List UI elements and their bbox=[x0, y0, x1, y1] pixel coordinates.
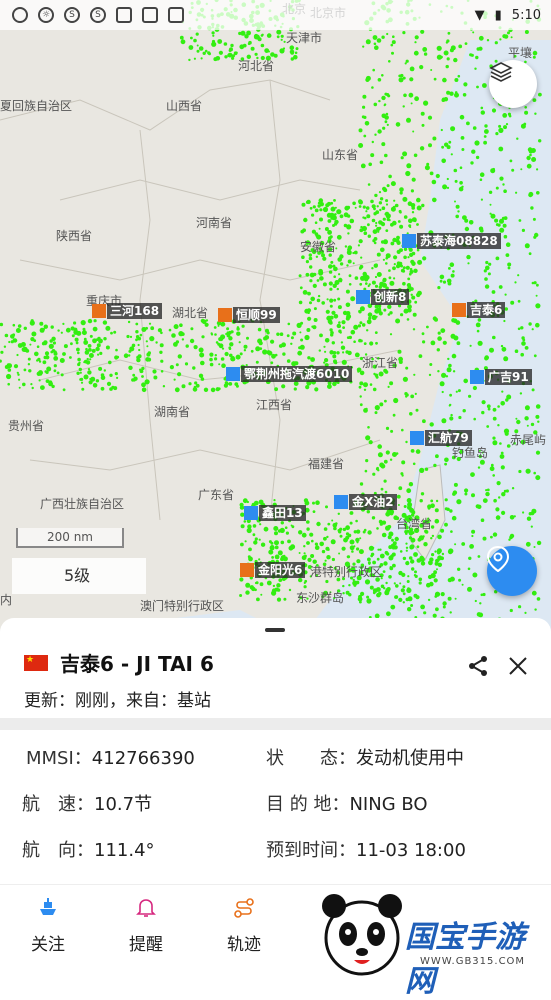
place-label: 港特别行政区 bbox=[310, 565, 383, 579]
destination-field: 目 的 地：NING BO bbox=[266, 794, 428, 815]
divider bbox=[0, 718, 551, 730]
place-label: 广西壮族自治区 bbox=[40, 497, 125, 511]
place-label: 河北省 bbox=[238, 59, 275, 73]
heading-field: 航 向：111.4° bbox=[22, 840, 155, 861]
ship-marker[interactable]: 鑫田13 bbox=[244, 505, 306, 521]
ship-marker[interactable]: 鄂荆州拖汽渡6010 bbox=[226, 366, 353, 382]
tab-reminder[interactable]: 提醒 bbox=[116, 897, 176, 955]
ship-marker-square bbox=[92, 304, 106, 318]
place-label: 天津市 bbox=[286, 31, 323, 45]
place-label: 内 bbox=[0, 593, 13, 607]
tab-track[interactable]: 轨迹 bbox=[214, 897, 274, 955]
place-label: 赤尾屿 bbox=[510, 433, 547, 447]
ship-marker-label: 吉泰6 bbox=[467, 302, 506, 318]
place-label: 山东省 bbox=[322, 148, 359, 162]
clock: 5:10 bbox=[511, 7, 541, 23]
ship-marker[interactable]: 苏泰海08828 bbox=[402, 233, 501, 249]
ship-marker-square bbox=[240, 563, 254, 577]
place-label: 贵州省 bbox=[8, 419, 45, 433]
ship-marker-square bbox=[244, 506, 258, 520]
place-label: 浙江省 bbox=[362, 356, 399, 370]
battery-icon: ▮ bbox=[494, 7, 502, 23]
ship-marker[interactable]: 创新8 bbox=[356, 289, 410, 305]
status-field: 状 态：发动机使用中 bbox=[266, 748, 464, 769]
place-label: 山西省 bbox=[166, 99, 203, 113]
speed-field: 航 速：10.7节 bbox=[22, 794, 153, 815]
china-flag-icon bbox=[24, 654, 48, 671]
ship-marker-label: 汇航79 bbox=[425, 430, 472, 446]
ship-marker-label: 鑫田13 bbox=[259, 505, 306, 521]
ship-marker-label: 广吉91 bbox=[485, 369, 532, 385]
mmsi-field: MMSI：412766390 bbox=[26, 748, 195, 769]
tv-icon bbox=[168, 7, 184, 23]
place-label: 澳门特别行政区 bbox=[140, 599, 225, 613]
ship-marker-label: 三河168 bbox=[107, 303, 163, 319]
sync-icon bbox=[12, 7, 28, 23]
ship-marker-square bbox=[334, 495, 348, 509]
place-label: 东沙群岛 bbox=[296, 591, 345, 605]
ship-marker-square bbox=[356, 290, 370, 304]
place-label: 湖南省 bbox=[154, 405, 191, 419]
update-info: 更新：刚刚，来自：基站 bbox=[24, 691, 211, 711]
ship-marker[interactable]: 三河168 bbox=[92, 303, 163, 319]
ship-icon bbox=[18, 897, 78, 924]
ship-marker[interactable]: 吉泰6 bbox=[452, 302, 506, 318]
ship-marker-square bbox=[410, 431, 424, 445]
place-label: 台湾省 bbox=[396, 517, 433, 531]
place-label: 夏回族自治区 bbox=[0, 99, 73, 113]
place-label: 广东省 bbox=[198, 488, 235, 502]
close-icon[interactable] bbox=[506, 654, 530, 678]
wifi-icon: ▼ bbox=[474, 7, 485, 23]
map-layers-button[interactable] bbox=[489, 60, 537, 108]
place-label: 江西省 bbox=[256, 398, 293, 412]
place-label: 湖北省 bbox=[172, 306, 209, 320]
brightness-icon: ☼ bbox=[38, 7, 54, 23]
place-label: 福建省 bbox=[308, 457, 345, 471]
ship-marker-square bbox=[470, 370, 484, 384]
ship-marker-label: 金阳光6 bbox=[255, 562, 306, 578]
ship-marker-square bbox=[452, 303, 466, 317]
ship-title: 吉泰6 - JI TAI 6 bbox=[60, 652, 214, 676]
eta-field: 预到时间：11-03 18:00 bbox=[266, 840, 466, 861]
locate-button[interactable] bbox=[487, 546, 537, 596]
grid-icon bbox=[142, 7, 158, 23]
bell-icon bbox=[116, 897, 176, 924]
ship-marker[interactable]: 金阳光6 bbox=[240, 562, 306, 578]
ship-marker-label: 鄂荆州拖汽渡6010 bbox=[241, 366, 353, 382]
panda-logo-icon bbox=[322, 894, 402, 976]
app-s2-icon: S bbox=[90, 7, 106, 23]
place-label: 安徽省 bbox=[300, 240, 337, 254]
ship-marker[interactable]: 金X油2 bbox=[334, 494, 397, 510]
ship-marker[interactable]: 汇航79 bbox=[410, 430, 472, 446]
sheet-drag-handle[interactable] bbox=[265, 628, 285, 632]
ship-marker-label: 苏泰海08828 bbox=[417, 233, 501, 249]
place-label: 河南省 bbox=[196, 216, 233, 230]
watermark-url: WWW.GB315.COM bbox=[420, 956, 526, 967]
status-bar: ☼ S S ▼ ▮ 5:10 bbox=[0, 0, 551, 30]
ship-marker-label: 恒顺99 bbox=[233, 307, 280, 323]
ship-marker-label: 创新8 bbox=[371, 289, 410, 305]
ship-marker-square bbox=[402, 234, 416, 248]
place-label: 钓鱼岛 bbox=[452, 446, 489, 460]
app-s-icon: S bbox=[64, 7, 80, 23]
ship-marker-label: 金X油2 bbox=[349, 494, 397, 510]
zoom-level: 5级 bbox=[12, 558, 146, 594]
ship-marker-square bbox=[218, 308, 232, 322]
share-icon[interactable] bbox=[466, 654, 490, 682]
tab-follow[interactable]: 关注 bbox=[18, 897, 78, 955]
ship-marker-square bbox=[226, 367, 240, 381]
ship-marker[interactable]: 广吉91 bbox=[470, 369, 532, 385]
map-scale-bar: 200 nm bbox=[16, 528, 124, 548]
ship-marker[interactable]: 恒顺99 bbox=[218, 307, 280, 323]
ship-map[interactable]: 北京市北京天津市河北省山西省夏回族自治区山东省河南省陕西省安徽省重庆市湖北省浙江… bbox=[0, 0, 551, 640]
place-label: 陕西省 bbox=[56, 229, 93, 243]
place-label: 平壤 bbox=[508, 46, 533, 60]
clipboard-icon bbox=[116, 7, 132, 23]
route-icon bbox=[214, 897, 274, 924]
